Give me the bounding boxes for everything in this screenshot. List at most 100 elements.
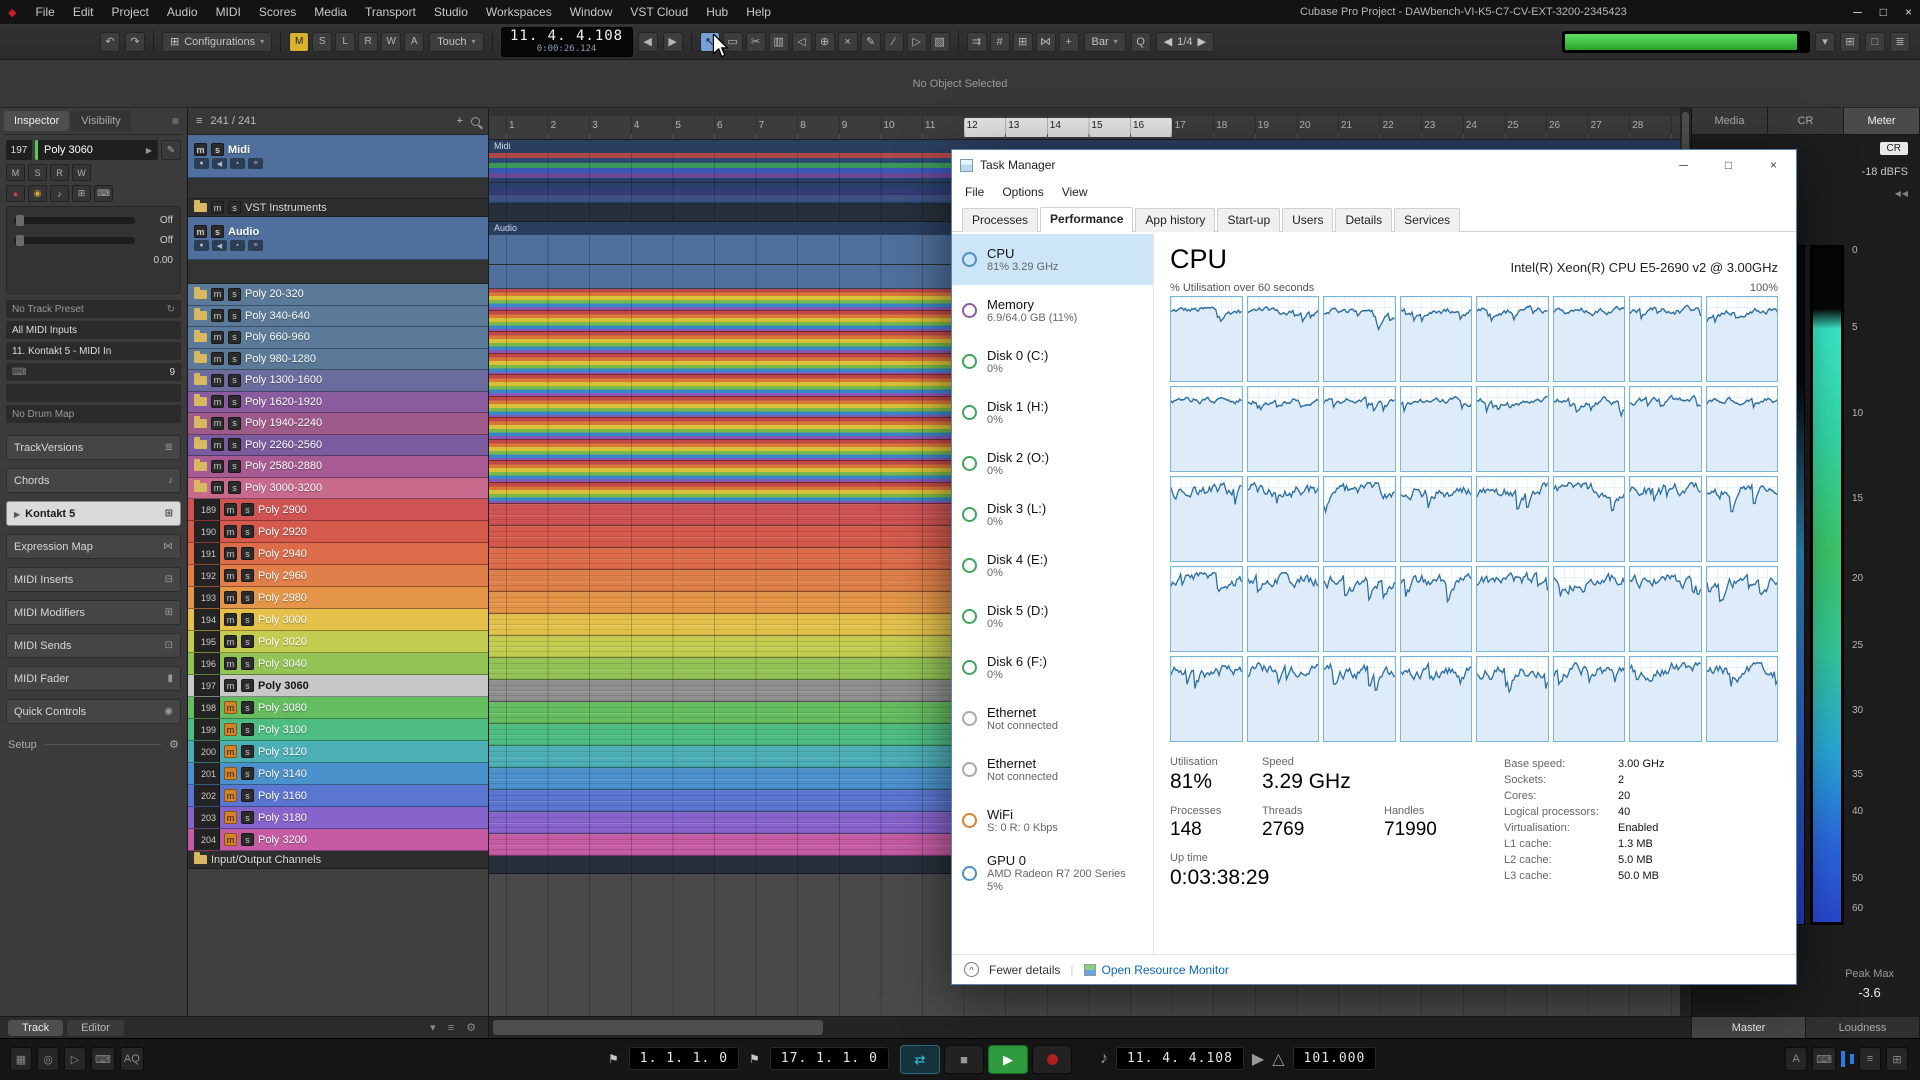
tm-sidebar-ethernet-9[interactable]: EthernetNot connected xyxy=(952,693,1153,744)
record-button[interactable] xyxy=(1032,1045,1072,1074)
record-enable-button[interactable]: ● xyxy=(6,185,25,202)
gear-icon[interactable]: ⚙ xyxy=(169,738,179,751)
midi-activity-icon[interactable]: ⌨ xyxy=(91,1047,115,1071)
monitor-icon[interactable]: ◀ xyxy=(212,240,227,251)
track-row-poly-3000-3200[interactable]: msPoly 3000-3200 xyxy=(188,478,488,500)
solo-button[interactable]: s xyxy=(241,833,254,846)
mute-button[interactable]: m xyxy=(224,591,237,604)
track-row-poly-980-1280[interactable]: msPoly 980-1280 xyxy=(188,349,488,371)
menu-help[interactable]: Help xyxy=(737,0,780,24)
tm-sidebar-disk-3-l-5[interactable]: Disk 3 (L:)0% xyxy=(952,489,1153,540)
track-name-dropdown[interactable]: Poly 3060 ▶ xyxy=(35,140,158,160)
tm-sidebar-disk-5-d-7[interactable]: Disk 5 (D:)0% xyxy=(952,591,1153,642)
stop-button[interactable]: ■ xyxy=(944,1045,984,1074)
solo-button[interactable]: s xyxy=(241,701,254,714)
cycle-button[interactable]: ⇄ xyxy=(900,1045,940,1074)
track-row-poly-3020[interactable]: 195msPoly 3020 xyxy=(188,631,488,653)
inspector-section-quick-controls[interactable]: Quick Controls◉ xyxy=(6,699,181,724)
menu-audio[interactable]: Audio xyxy=(158,0,207,24)
undo-button[interactable]: ↶ xyxy=(100,32,120,52)
solo-button[interactable]: s xyxy=(241,503,254,516)
mute-button[interactable]: m xyxy=(224,657,237,670)
range-selection-tool[interactable]: ▭ xyxy=(723,32,743,52)
mute-button[interactable]: m xyxy=(224,833,237,846)
tm-sidebar-disk-2-o-4[interactable]: Disk 2 (O:)0% xyxy=(952,438,1153,489)
folder-icon[interactable] xyxy=(194,203,207,212)
left-locator-display[interactable]: 1. 1. 1. 0 xyxy=(629,1047,739,1070)
mute-button[interactable]: m xyxy=(224,613,237,626)
track-row-poly-2260-2560[interactable]: msPoly 2260-2560 xyxy=(188,435,488,457)
tm-minimize-button[interactable]: ─ xyxy=(1661,150,1706,180)
grid-icon[interactable]: ⊞ xyxy=(1886,1047,1908,1071)
menu-edit[interactable]: Edit xyxy=(64,0,103,24)
track-row-poly-2580-2880[interactable]: msPoly 2580-2880 xyxy=(188,456,488,478)
mute-button[interactable]: m xyxy=(224,525,237,538)
add-track-button[interactable]: + xyxy=(457,115,463,127)
rewind-icon[interactable]: ◀ xyxy=(1895,189,1901,198)
lane-display-button[interactable]: ⊞ xyxy=(72,185,91,202)
timeline-ruler[interactable]: 1234567891011121314151617181920212223242… xyxy=(489,116,1680,140)
metronome-icon[interactable]: △ xyxy=(1272,1049,1284,1069)
object-selection-tool[interactable]: ↖ xyxy=(700,32,720,52)
tm-sidebar-cpu-0[interactable]: CPU81% 3.29 GHz xyxy=(952,234,1153,285)
solo-button[interactable]: s xyxy=(241,547,254,560)
solo-button[interactable]: s xyxy=(228,201,241,214)
configurations-dropdown[interactable]: ⊞ Configurations ▾ xyxy=(162,32,272,52)
tab-inspector[interactable]: Inspector xyxy=(4,111,69,131)
output-routing-row[interactable]: 11. Kontakt 5 - MIDI In xyxy=(6,342,181,360)
folder-icon[interactable] xyxy=(194,311,207,320)
solo-button[interactable]: s xyxy=(241,591,254,604)
line-tool[interactable]: ∕ xyxy=(884,32,904,52)
automation-l-button[interactable]: L xyxy=(335,32,355,52)
note-icon[interactable]: ♪ xyxy=(50,185,69,202)
menu-media[interactable]: Media xyxy=(305,0,356,24)
tm-sidebar-ethernet-10[interactable]: EthernetNot connected xyxy=(952,744,1153,795)
mute-button[interactable]: m xyxy=(194,225,207,238)
crosshair-button[interactable]: + xyxy=(1059,32,1079,52)
split-tool[interactable]: ✂ xyxy=(746,32,766,52)
inspector-section-expression-map[interactable]: Expression Map⋈ xyxy=(6,534,181,559)
hamburger-icon[interactable]: ≡ xyxy=(196,115,202,127)
mute-tool[interactable]: × xyxy=(838,32,858,52)
track-row-poly-2960[interactable]: 192msPoly 2960 xyxy=(188,565,488,587)
grid-type-dropdown[interactable]: Bar ▾ xyxy=(1084,32,1126,52)
track-row-poly-3040[interactable]: 196msPoly 3040 xyxy=(188,653,488,675)
tm-sidebar-wifi-11[interactable]: WiFiS: 0 R: 0 Kbps xyxy=(952,795,1153,846)
play-tool[interactable]: ▷ xyxy=(907,32,927,52)
grid-type-button[interactable]: ⋈ xyxy=(1036,32,1056,52)
tm-tab-app-history[interactable]: App history xyxy=(1135,208,1215,232)
control-room-badge[interactable]: CR xyxy=(1880,142,1908,155)
track-row-poly-3160[interactable]: 202msPoly 3160 xyxy=(188,785,488,807)
track-row-poly-3080[interactable]: 198msPoly 3080 xyxy=(188,697,488,719)
snap-type-button[interactable]: ⊞ xyxy=(1013,32,1033,52)
tab-media[interactable]: Media xyxy=(1692,108,1768,134)
pan-slider[interactable] xyxy=(14,237,135,244)
mute-button[interactable]: m xyxy=(211,352,224,365)
inspector-section-kontakt-5[interactable]: ▶Kontakt 5⊞ xyxy=(6,501,181,526)
auto-quantize-button[interactable]: AQ xyxy=(120,1047,144,1071)
tm-sidebar-memory-1[interactable]: Memory6.9/64.0 GB (11%) xyxy=(952,285,1153,336)
tab-loudness[interactable]: Loudness xyxy=(1806,1017,1920,1038)
automation-w-button[interactable]: W xyxy=(381,32,401,52)
chevron-down-icon[interactable]: ▾ xyxy=(426,1021,440,1034)
minimize-button[interactable]: ─ xyxy=(1853,0,1862,24)
solo-button[interactable]: s xyxy=(228,395,241,408)
chevron-right-icon[interactable]: ▶ xyxy=(1252,1049,1264,1069)
folder-icon[interactable] xyxy=(194,855,207,864)
tempo-display[interactable]: 101.000 xyxy=(1293,1047,1377,1070)
mute-button[interactable]: m xyxy=(211,374,224,387)
solo-button[interactable]: s xyxy=(228,352,241,365)
solo-button[interactable]: s xyxy=(228,481,241,494)
mute-button[interactable]: m xyxy=(211,395,224,408)
track-row-poly-3140[interactable]: 201msPoly 3140 xyxy=(188,763,488,785)
tab-meter[interactable]: Meter xyxy=(1844,108,1920,134)
mute-button[interactable]: m xyxy=(211,331,224,344)
open-resource-monitor-link[interactable]: Open Resource Monitor xyxy=(1084,963,1229,977)
window-layout-button-3[interactable]: ≣ xyxy=(1890,32,1910,52)
window-layout-button-2[interactable]: □ xyxy=(1865,32,1885,52)
menu-workspaces[interactable]: Workspaces xyxy=(477,0,561,24)
track-row-audio[interactable]: msAudio●◀▪≡ xyxy=(188,217,488,260)
solo-button[interactable]: s xyxy=(228,417,241,430)
folder-icon[interactable] xyxy=(194,333,207,342)
tm-tab-start-up[interactable]: Start-up xyxy=(1217,208,1280,232)
